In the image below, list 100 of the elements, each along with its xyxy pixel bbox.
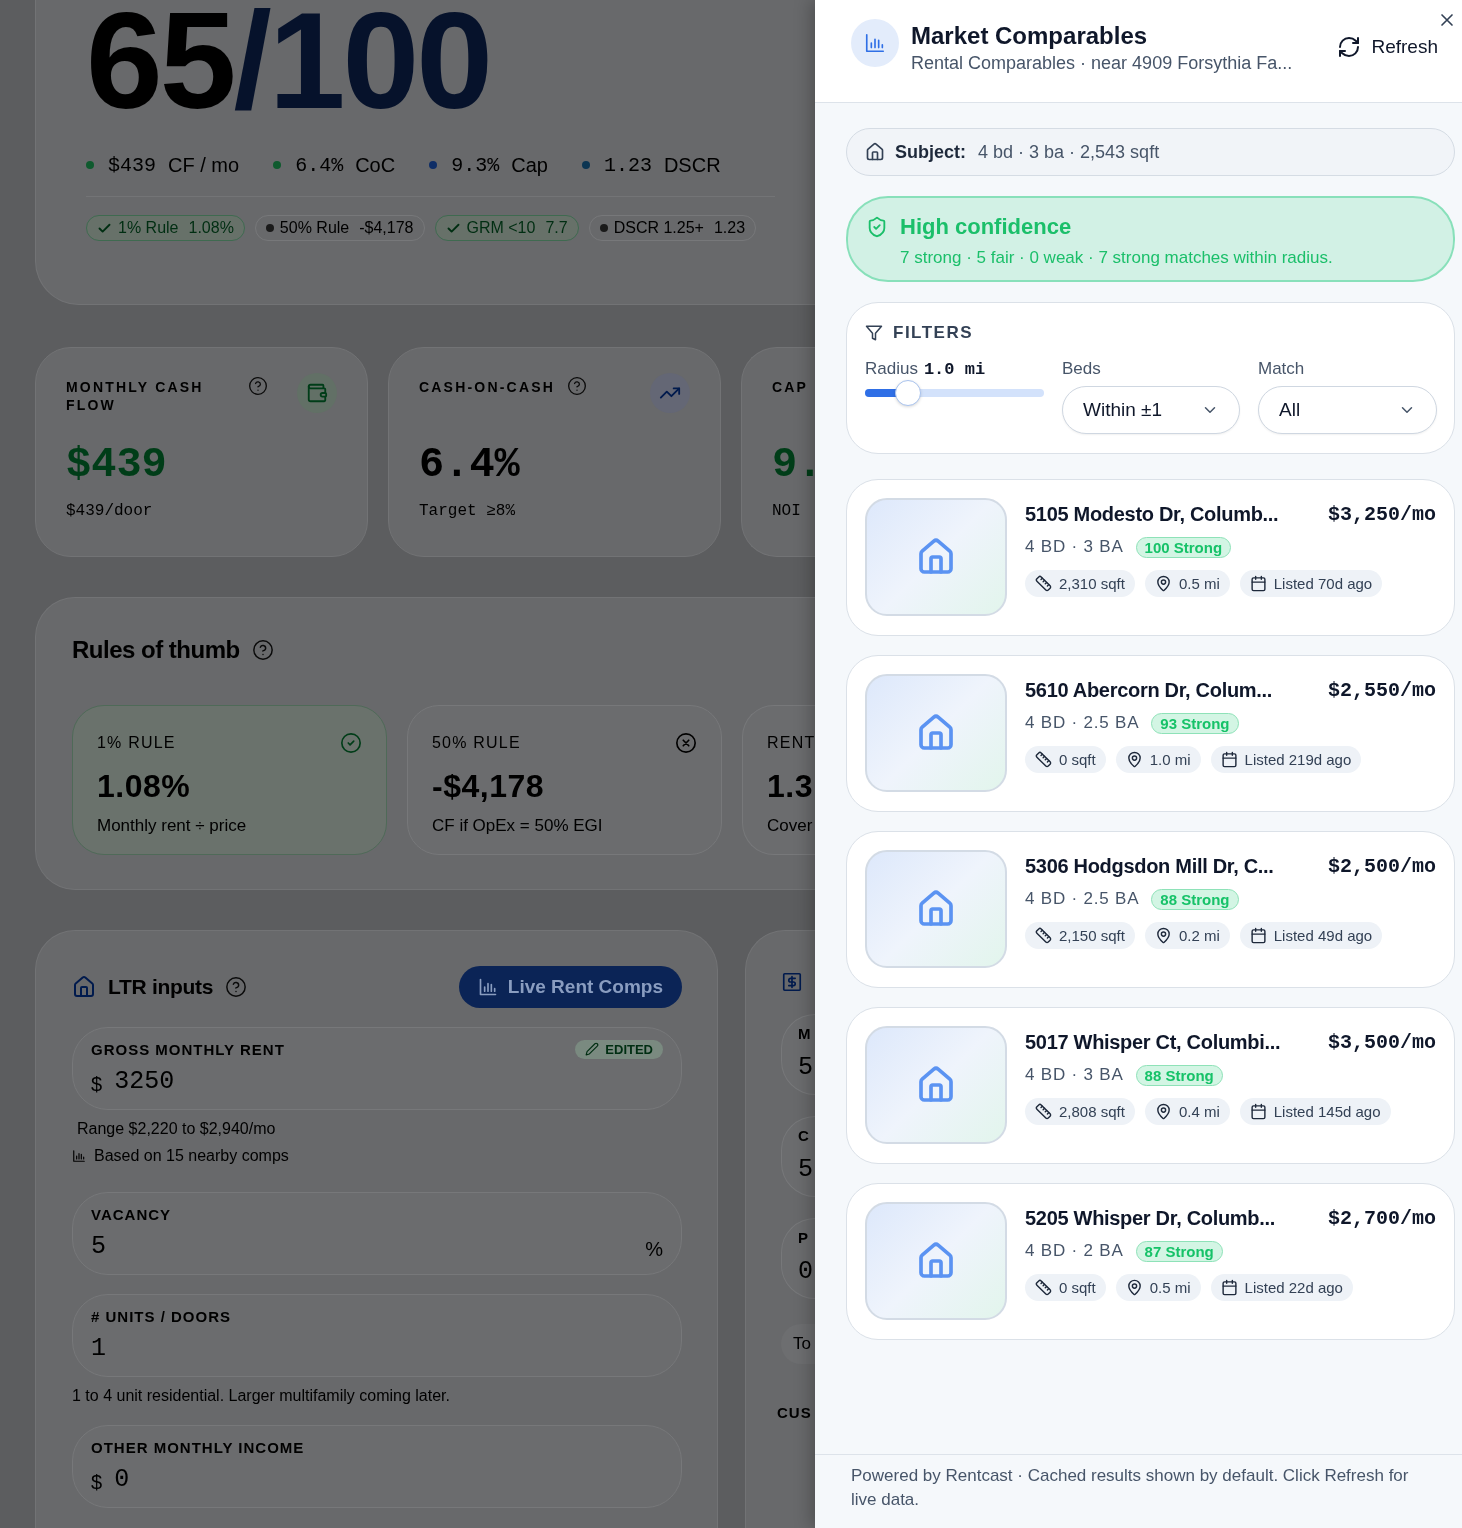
metric-value: 1.23 xyxy=(603,153,652,177)
input-field[interactable]: GROSS MONTHLY RENT EDITED $ 3250 xyxy=(72,1027,682,1110)
metric-label: DSCR xyxy=(663,153,721,177)
chip-text: 2,808 sqft xyxy=(1059,1103,1125,1120)
chip-text: 0 sqft xyxy=(1059,751,1096,768)
house-icon xyxy=(916,1065,956,1105)
house-icon xyxy=(865,142,885,162)
card-label: RENT xyxy=(767,734,815,752)
chip-text: Listed 145d ago xyxy=(1273,1103,1381,1120)
comp-address: 5306 Hodgsdon Mill Dr, C... xyxy=(1025,854,1274,878)
x-circle-icon xyxy=(675,732,697,754)
filters-title: FILTERS xyxy=(893,323,974,343)
help-icon[interactable] xyxy=(225,976,248,998)
map-pin-icon xyxy=(1125,1279,1143,1296)
bar-chart-icon xyxy=(72,1149,86,1163)
field-value: 5 xyxy=(798,1053,814,1082)
card-label: 1% RULE xyxy=(97,734,176,752)
ruler-icon xyxy=(1035,1103,1052,1120)
radius-slider[interactable] xyxy=(865,380,1044,406)
badge-text: EDITED xyxy=(605,1041,653,1057)
ruler-icon xyxy=(1035,927,1052,944)
comp-rent: $3,250/mo xyxy=(1327,502,1436,526)
comp-card[interactable]: 5205 Whisper Dr, Columb... $2,700/mo 4 BD · 2 BA 87 Strong 0 sqft 0.5 mi Listed 22d ago xyxy=(846,1183,1455,1340)
rule-note: Cover xyxy=(767,816,814,836)
ruler-icon xyxy=(1035,1279,1052,1296)
rule-note: CF if OpEx = 50% EGI xyxy=(432,816,604,836)
field-value: 0 xyxy=(798,1257,814,1286)
refresh-button[interactable]: Refresh xyxy=(1337,35,1438,59)
metric-value: $439 xyxy=(108,153,156,177)
subject-value: 4 bd · 3 ba · 2,543 sqft xyxy=(978,141,1160,163)
card-label: 50% RULE xyxy=(432,734,521,752)
house-icon xyxy=(72,975,96,999)
rule-value: 1.3 xyxy=(767,768,814,804)
check-circle-icon xyxy=(340,732,362,754)
map-pin-icon xyxy=(1154,1103,1172,1120)
chip-text: 2,150 sqft xyxy=(1059,927,1125,944)
beds-baths: 4 BD · 2.5 BA xyxy=(1025,889,1140,909)
section-title: LTR inputs xyxy=(108,975,214,999)
calendar-icon xyxy=(1249,927,1267,944)
input-field[interactable]: VACANCY 5 % xyxy=(72,1192,682,1275)
help-icon[interactable] xyxy=(567,376,588,396)
section-title: Rules of thumb xyxy=(72,636,240,664)
confidence-title: High confidence xyxy=(900,214,1073,240)
house-icon xyxy=(916,889,956,929)
rule-note: Monthly rent ÷ price xyxy=(97,816,248,836)
pill-value: -$4,178 xyxy=(359,219,414,237)
helper-text: Based on 15 nearby comps xyxy=(94,1147,289,1165)
help-icon[interactable] xyxy=(251,639,274,661)
subject-label: Subject: xyxy=(895,141,966,163)
score-total: /100 xyxy=(233,0,491,137)
section-label: CUS xyxy=(777,1404,813,1421)
bar-chart-icon xyxy=(477,977,498,997)
chip-text: Listed 49d ago xyxy=(1273,927,1373,944)
help-icon[interactable] xyxy=(248,376,268,396)
card-label: MONTHLY CASH FLOW xyxy=(66,378,205,414)
map-pin-icon xyxy=(1154,927,1172,944)
comp-rent: $2,700/mo xyxy=(1327,1206,1436,1230)
input-field[interactable]: OTHER MONTHLY INCOME $ 0 xyxy=(72,1425,682,1508)
pill-value: 1.23 xyxy=(713,219,746,237)
metric-label: Cap xyxy=(511,153,548,177)
match-badge: 100 Strong xyxy=(1135,536,1232,558)
slider-thumb[interactable] xyxy=(894,380,921,406)
calendar-icon xyxy=(1220,1279,1238,1296)
comp-card[interactable]: 5105 Modesto Dr, Columb... $3,250/mo 4 BD · 3 BA 100 Strong 2,310 sqft 0.5 mi Listed 70d ago xyxy=(846,479,1455,636)
helper-text: 1 to 4 unit residential. Larger multifamily coming later. xyxy=(72,1386,451,1406)
field-value: 5 xyxy=(91,1232,106,1261)
refresh-icon xyxy=(1337,35,1362,59)
chip-text: 0.5 mi xyxy=(1149,1279,1191,1296)
field-value: 5 xyxy=(798,1155,814,1184)
shield-check-icon xyxy=(866,216,888,238)
field-label: P xyxy=(798,1229,809,1248)
comp-card[interactable]: 5017 Whisper Ct, Columbi... $3,500/mo 4 BD · 3 BA 88 Strong 2,808 sqft 0.4 mi Listed 145d ago xyxy=(846,1007,1455,1164)
chip-text: 0.2 mi xyxy=(1178,927,1220,944)
currency-prefix: $ xyxy=(91,1073,103,1096)
match-badge: 88 Strong xyxy=(1135,1064,1223,1086)
metric-value: $439 xyxy=(66,440,168,490)
comp-card[interactable]: 5306 Hodgsdon Mill Dr, C... $2,500/mo 4 BD · 2.5 BA 88 Strong 2,150 sqft 0.2 mi Listed 49d ago xyxy=(846,831,1455,988)
comp-rent: $2,500/mo xyxy=(1327,854,1436,878)
status-dot xyxy=(599,224,608,232)
total-label: To xyxy=(793,1334,811,1354)
ruler-icon xyxy=(1035,751,1052,768)
input-field[interactable]: # UNITS / DOORS 1 xyxy=(72,1294,682,1377)
beds-baths: 4 BD · 3 BA xyxy=(1025,537,1124,557)
dropdown[interactable]: Within ±1 xyxy=(1062,386,1240,434)
status-dot xyxy=(265,224,274,232)
comp-card[interactable]: 5610 Abercorn Dr, Colum... $2,550/mo 4 BD · 2.5 BA 93 Strong 0 sqft 1.0 mi Listed 219d ago xyxy=(846,655,1455,812)
chip-text: 0.5 mi xyxy=(1178,575,1220,592)
chip-text: Listed 70d ago xyxy=(1273,575,1373,592)
chip-text: Listed 219d ago xyxy=(1244,751,1352,768)
beds-baths: 4 BD · 3 BA xyxy=(1025,1065,1124,1085)
input-field[interactable]: P 0 xyxy=(781,1218,815,1299)
pill-label: GRM <10 xyxy=(466,219,536,237)
input-field[interactable]: M 5 xyxy=(781,1014,815,1095)
input-field[interactable]: C 5 xyxy=(781,1116,815,1197)
pill-value: 1.08% xyxy=(188,219,234,237)
metric-subtext: NOI xyxy=(772,502,802,520)
field-label: # UNITS / DOORS xyxy=(91,1307,232,1325)
live-rent-comps-button[interactable]: Live Rent Comps xyxy=(458,966,682,1008)
pill-label: 50% Rule xyxy=(279,219,350,237)
dropdown[interactable]: All xyxy=(1258,386,1437,434)
